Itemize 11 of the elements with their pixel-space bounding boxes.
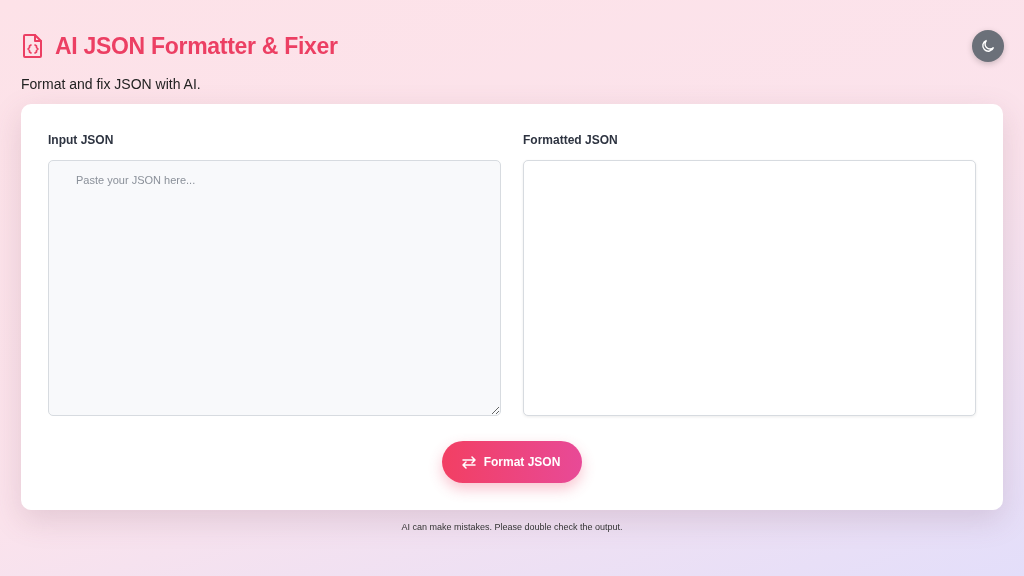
app-title: AI JSON Formatter & Fixer bbox=[55, 32, 338, 60]
json-input-field[interactable]: Paste your JSON here... bbox=[48, 160, 501, 416]
panel-label: Formatted JSON bbox=[523, 132, 619, 148]
swap-arrows-icon bbox=[461, 455, 476, 469]
moon-icon bbox=[981, 39, 995, 53]
disclaimer: AI can make mistakes. Please double check the output. bbox=[400, 522, 624, 532]
dark-mode-toggle[interactable] bbox=[972, 30, 1004, 62]
format-json-button[interactable]: Format JSON bbox=[441, 441, 583, 483]
panel-label: Input JSON bbox=[48, 132, 115, 148]
subtitle: Format and fix JSON with AI. bbox=[21, 76, 202, 92]
json-file-icon bbox=[21, 33, 45, 59]
